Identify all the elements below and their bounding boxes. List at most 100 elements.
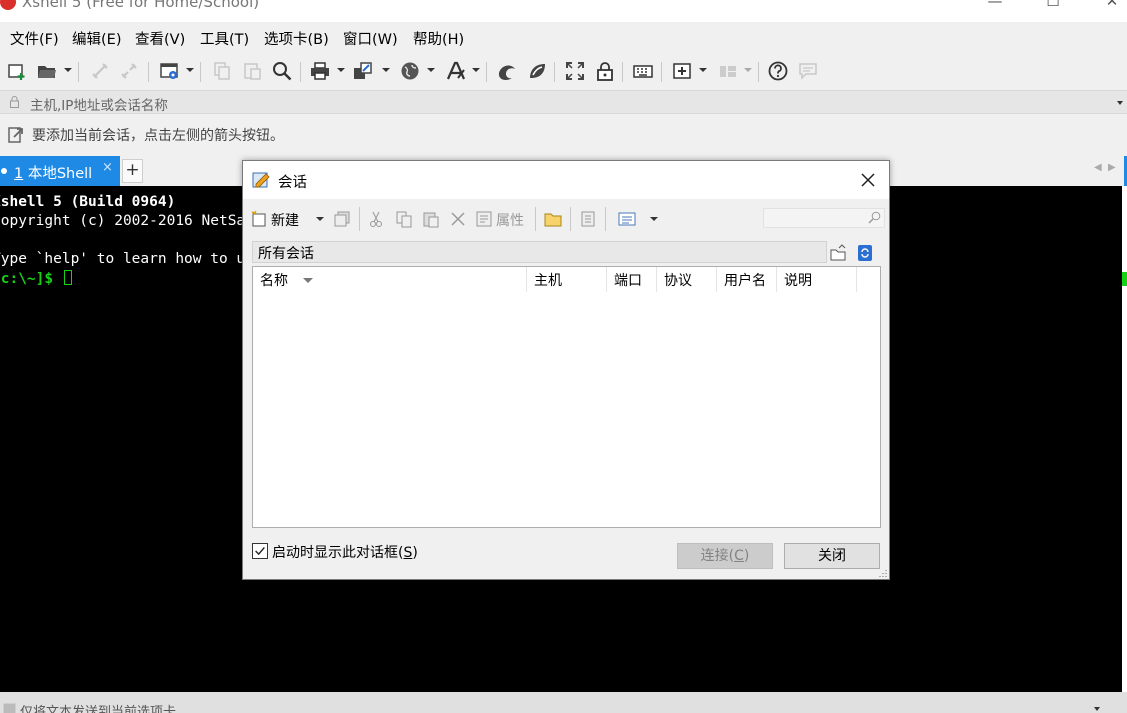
properties-icon[interactable] (160, 61, 180, 81)
session-search-input[interactable] (763, 208, 885, 228)
compose-bar[interactable]: 仅将文本发送到当前选项卡 (0, 692, 1127, 713)
font-icon[interactable] (446, 61, 466, 81)
xshell-app-icon (0, 0, 16, 10)
new-session-icon[interactable] (251, 210, 269, 228)
scroll-marker (1122, 272, 1127, 286)
xftp-icon[interactable] (497, 61, 517, 81)
dialog-title-bar: 会话 (243, 161, 889, 199)
tile-dropdown-icon (744, 68, 752, 72)
minimize-button[interactable]: — (972, 0, 1018, 14)
transfer-icon[interactable] (353, 61, 373, 81)
dialog-toolbar: 新建 属性 (243, 201, 889, 237)
window-close-button[interactable]: ✕ (1089, 0, 1127, 14)
find-icon[interactable] (272, 61, 292, 81)
show-on-startup-label[interactable]: 启动时显示此对话框(S) (272, 542, 418, 562)
xmanager-icon[interactable] (527, 61, 547, 81)
show-on-startup-checkbox[interactable] (252, 543, 268, 559)
address-lock-icon (10, 96, 19, 108)
dialog-close-icon[interactable] (857, 169, 879, 191)
cut-icon (367, 210, 385, 228)
menu-tabs[interactable]: 选项卡(B) (264, 28, 329, 49)
open-session-icon (579, 210, 597, 228)
column-host[interactable]: 主机 (527, 267, 607, 292)
properties-icon (475, 210, 493, 228)
terminal-prompt: [c:\~]$ (0, 271, 54, 287)
save-sessions-icon (333, 210, 351, 228)
column-name[interactable]: 名称 (253, 267, 527, 292)
column-description[interactable]: 说明 (777, 267, 857, 292)
open-folder-icon[interactable] (37, 61, 57, 81)
tab-scroll-right-icon[interactable]: ▶ (1108, 162, 1116, 173)
compose-bar-text: 仅将文本发送到当前选项卡 (20, 705, 177, 713)
print-dropdown-icon[interactable] (337, 68, 345, 72)
session-list[interactable]: 名称 主机 端口 协议 用户名 说明 (252, 266, 881, 528)
resize-grip-icon[interactable] (877, 567, 887, 577)
menu-bar: 文件(F) 编辑(E) 查看(V) 工具(T) 选项卡(B) 窗口(W) 帮助(… (0, 24, 1127, 52)
view-list-icon[interactable] (618, 210, 636, 228)
font-dropdown-icon[interactable] (472, 68, 480, 72)
column-port[interactable]: 端口 (607, 267, 657, 292)
terminal-line: Xshell 5 (Build 0964) (0, 194, 176, 210)
move-up-folder-icon[interactable] (829, 244, 847, 262)
properties-button: 属性 (496, 213, 524, 229)
transfer-dropdown-icon[interactable] (382, 68, 390, 72)
search-icon (868, 211, 881, 224)
connect-icon (90, 61, 110, 81)
refresh-icon[interactable] (856, 244, 874, 262)
menu-help[interactable]: 帮助(H) (413, 28, 464, 49)
breadcrumb[interactable]: 所有会话 (252, 241, 827, 263)
open-dropdown-icon[interactable] (64, 68, 72, 72)
view-dropdown-icon[interactable] (650, 217, 658, 221)
hint-bar: 要添加当前会话，点击左侧的箭头按钮。 (0, 116, 1127, 154)
new-folder-icon[interactable] (544, 210, 562, 228)
print-icon[interactable] (310, 61, 330, 81)
tab-scroll-left-icon[interactable]: ◀ (1094, 162, 1102, 173)
address-dropdown-icon[interactable] (1117, 101, 1123, 105)
menu-window[interactable]: 窗口(W) (343, 28, 398, 49)
hint-text: 要添加当前会话，点击左侧的箭头按钮。 (32, 128, 284, 144)
copy-icon (212, 61, 232, 81)
menu-tools[interactable]: 工具(T) (200, 28, 249, 49)
dialog-title: 会话 (278, 175, 307, 191)
new-tab-dropdown-icon[interactable] (699, 68, 707, 72)
lock-icon[interactable] (595, 61, 615, 81)
close-button[interactable]: 关闭 (784, 543, 880, 569)
tab-local-shell[interactable]: 1 本地Shell × (0, 156, 120, 186)
add-tab-button[interactable]: + (122, 159, 143, 183)
chat-icon (798, 61, 818, 81)
add-session-arrow-icon[interactable] (8, 126, 26, 144)
new-session-icon[interactable] (7, 61, 27, 81)
globe-dropdown-icon[interactable] (427, 68, 435, 72)
tab-label: 1 本地Shell (14, 166, 93, 182)
column-protocol[interactable]: 协议 (657, 267, 717, 292)
session-dialog: 会话 新建 属性 所有会话 名称 主机 端口 协议 用户名 说明 启动时显示此对… (242, 160, 890, 580)
maximize-button[interactable]: ☐ (1030, 0, 1076, 14)
session-list-header: 名称 主机 端口 协议 用户名 说明 (253, 267, 880, 292)
tab-close-icon[interactable]: × (102, 160, 113, 175)
terminal-cursor (63, 270, 72, 285)
window-title: Xshell 5 (Free for Home/School) (22, 0, 260, 11)
column-username[interactable]: 用户名 (717, 267, 777, 292)
new-session-button[interactable]: 新建 (271, 210, 299, 230)
properties-dropdown-icon[interactable] (186, 68, 194, 72)
session-dialog-icon (252, 172, 270, 188)
help-icon[interactable] (768, 61, 788, 81)
breadcrumb-all-sessions[interactable]: 所有会话 (258, 243, 314, 263)
menu-edit[interactable]: 编辑(E) (72, 28, 121, 49)
address-bar[interactable]: 主机,IP地址或会话名称 (0, 90, 1127, 114)
compose-dropdown-icon[interactable] (1094, 707, 1100, 711)
sort-chevron-down-icon (303, 278, 313, 283)
new-dropdown-icon[interactable] (316, 217, 324, 221)
menu-view[interactable]: 查看(V) (135, 28, 185, 49)
address-input[interactable]: 主机,IP地址或会话名称 (30, 94, 168, 114)
keyboard-icon[interactable] (633, 61, 653, 81)
new-tab-icon[interactable] (672, 61, 692, 81)
terminal-prompt-line: [c:\~]$ (0, 270, 72, 287)
menu-file[interactable]: 文件(F) (10, 28, 59, 49)
paste-icon (422, 210, 440, 228)
send-text-icon[interactable] (3, 703, 16, 713)
disconnect-icon (119, 61, 139, 81)
terminal-scrollbar[interactable] (1122, 186, 1127, 692)
globe-icon[interactable] (400, 61, 420, 81)
fullscreen-icon[interactable] (565, 61, 585, 81)
